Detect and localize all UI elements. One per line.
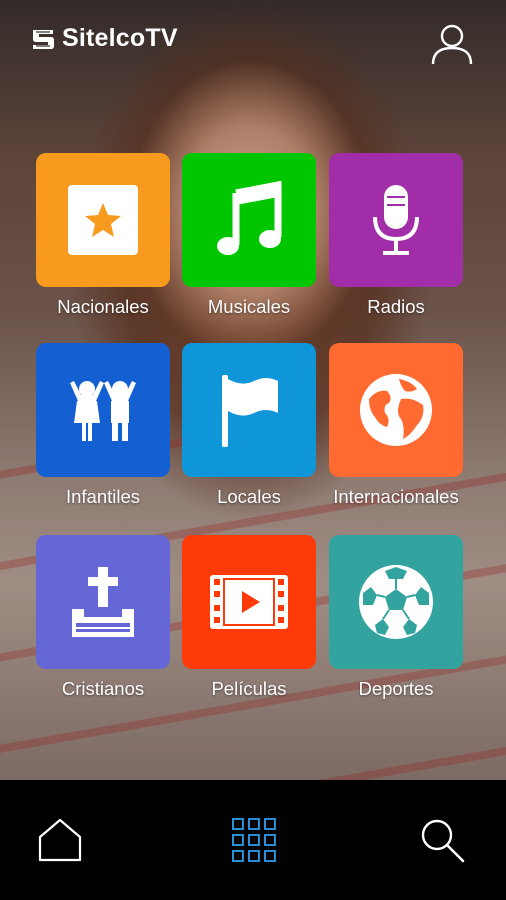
tile-nacionales[interactable] [36,153,170,287]
tile-musicales[interactable] [182,153,316,287]
tile-cristianos[interactable] [36,535,170,669]
globe-icon [360,374,432,446]
bottom-nav [0,780,506,900]
film-icon [210,575,288,629]
label-locales: Locales [217,486,281,507]
nav-search-button[interactable] [412,810,472,870]
tile-radios[interactable] [329,153,463,287]
label-infantiles: Infantiles [65,486,141,507]
tile-locales[interactable] [182,343,316,477]
label-musicales: Musicales [207,296,291,317]
nav-home-button[interactable] [30,810,90,870]
tile-deportes[interactable] [329,535,463,669]
tile-internacionales[interactable] [329,343,463,477]
label-radios: Radios [367,296,425,317]
bible-cross-icon [72,567,134,637]
microphone-icon [373,185,419,255]
label-peliculas: Películas [211,678,287,699]
flag-icon [222,375,278,447]
music-note-icon [217,180,282,255]
label-nacionales: Nacionales [57,296,149,317]
soccer-ball-icon [359,565,433,639]
tile-peliculas[interactable] [182,535,316,669]
label-internacionales: Internacionales [333,486,459,507]
label-cristianos: Cristianos [61,678,145,699]
grid-icon [232,818,276,862]
star-icon [68,185,138,255]
tile-infantiles[interactable] [36,343,170,477]
home-icon [38,818,82,862]
search-icon [421,819,465,863]
children-icon [70,381,136,441]
nav-grid-button[interactable] [224,810,284,870]
label-deportes: Deportes [358,678,434,699]
category-grid: Nacionales Musicales Radios Infantiles L… [0,0,506,780]
